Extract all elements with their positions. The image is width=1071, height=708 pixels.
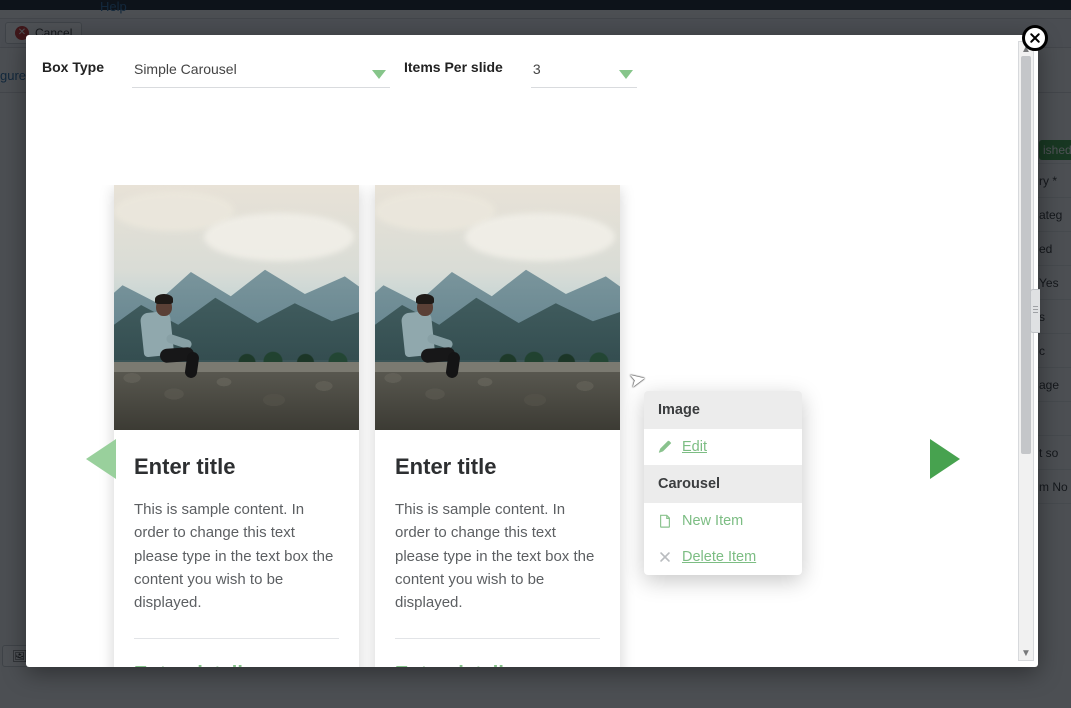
carousel-card[interactable]: Enter title This is sample content. In o… bbox=[114, 185, 359, 667]
context-menu-delete-item[interactable]: Delete Item bbox=[644, 539, 802, 575]
close-icon bbox=[1029, 32, 1041, 44]
card-image[interactable] bbox=[114, 185, 359, 430]
card-details-link[interactable]: Enter details bbox=[395, 663, 515, 667]
card-title[interactable]: Enter title bbox=[134, 454, 339, 480]
landscape-placeholder-icon bbox=[375, 185, 620, 430]
context-menu-edit[interactable]: Edit bbox=[644, 429, 802, 465]
settings-modal: ▲ ▼ Box Type Simple Carousel Items Per s… bbox=[26, 35, 1038, 667]
context-menu-new-item[interactable]: New Item bbox=[644, 503, 802, 539]
chevron-down-icon bbox=[372, 70, 386, 79]
card-description[interactable]: This is sample content. In order to chan… bbox=[395, 498, 600, 614]
context-menu-new-item-label: New Item bbox=[682, 513, 788, 529]
carousel-card[interactable]: Enter title This is sample content. In o… bbox=[375, 185, 620, 667]
card-description[interactable]: This is sample content. In order to chan… bbox=[134, 498, 339, 614]
items-per-slide-value: 3 bbox=[533, 61, 541, 77]
close-icon bbox=[658, 550, 672, 564]
context-menu-edit-label: Edit bbox=[682, 439, 788, 455]
chevron-down-icon bbox=[619, 70, 633, 79]
items-per-slide-select[interactable]: 3 bbox=[531, 57, 637, 88]
file-new-icon bbox=[658, 514, 672, 528]
landscape-placeholder-icon bbox=[114, 185, 359, 430]
card-image[interactable] bbox=[375, 185, 620, 430]
card-link[interactable]: Enter link bbox=[271, 666, 339, 667]
context-menu: Image Edit Carousel New Item Delete Item bbox=[644, 391, 802, 575]
context-menu-section-carousel: Carousel bbox=[644, 465, 802, 503]
context-menu-section-image: Image bbox=[644, 391, 802, 429]
form-row: Box Type Simple Carousel Items Per slide… bbox=[42, 57, 1010, 88]
card-link[interactable]: Enter link bbox=[532, 666, 600, 667]
context-menu-delete-item-label: Delete Item bbox=[682, 549, 788, 565]
carousel-next-button[interactable] bbox=[930, 439, 960, 479]
box-type-select[interactable]: Simple Carousel bbox=[132, 57, 390, 88]
pencil-icon bbox=[658, 440, 672, 454]
modal-close-button[interactable] bbox=[1022, 25, 1048, 51]
carousel-preview: Enter title This is sample content. In o… bbox=[82, 185, 976, 667]
carousel-prev-button[interactable] bbox=[86, 439, 116, 479]
card-title[interactable]: Enter title bbox=[395, 454, 600, 480]
card-details-link[interactable]: Enter details bbox=[134, 663, 254, 667]
box-type-value: Simple Carousel bbox=[134, 61, 237, 77]
box-type-label: Box Type bbox=[42, 57, 104, 75]
items-per-slide-label: Items Per slide bbox=[404, 57, 503, 75]
